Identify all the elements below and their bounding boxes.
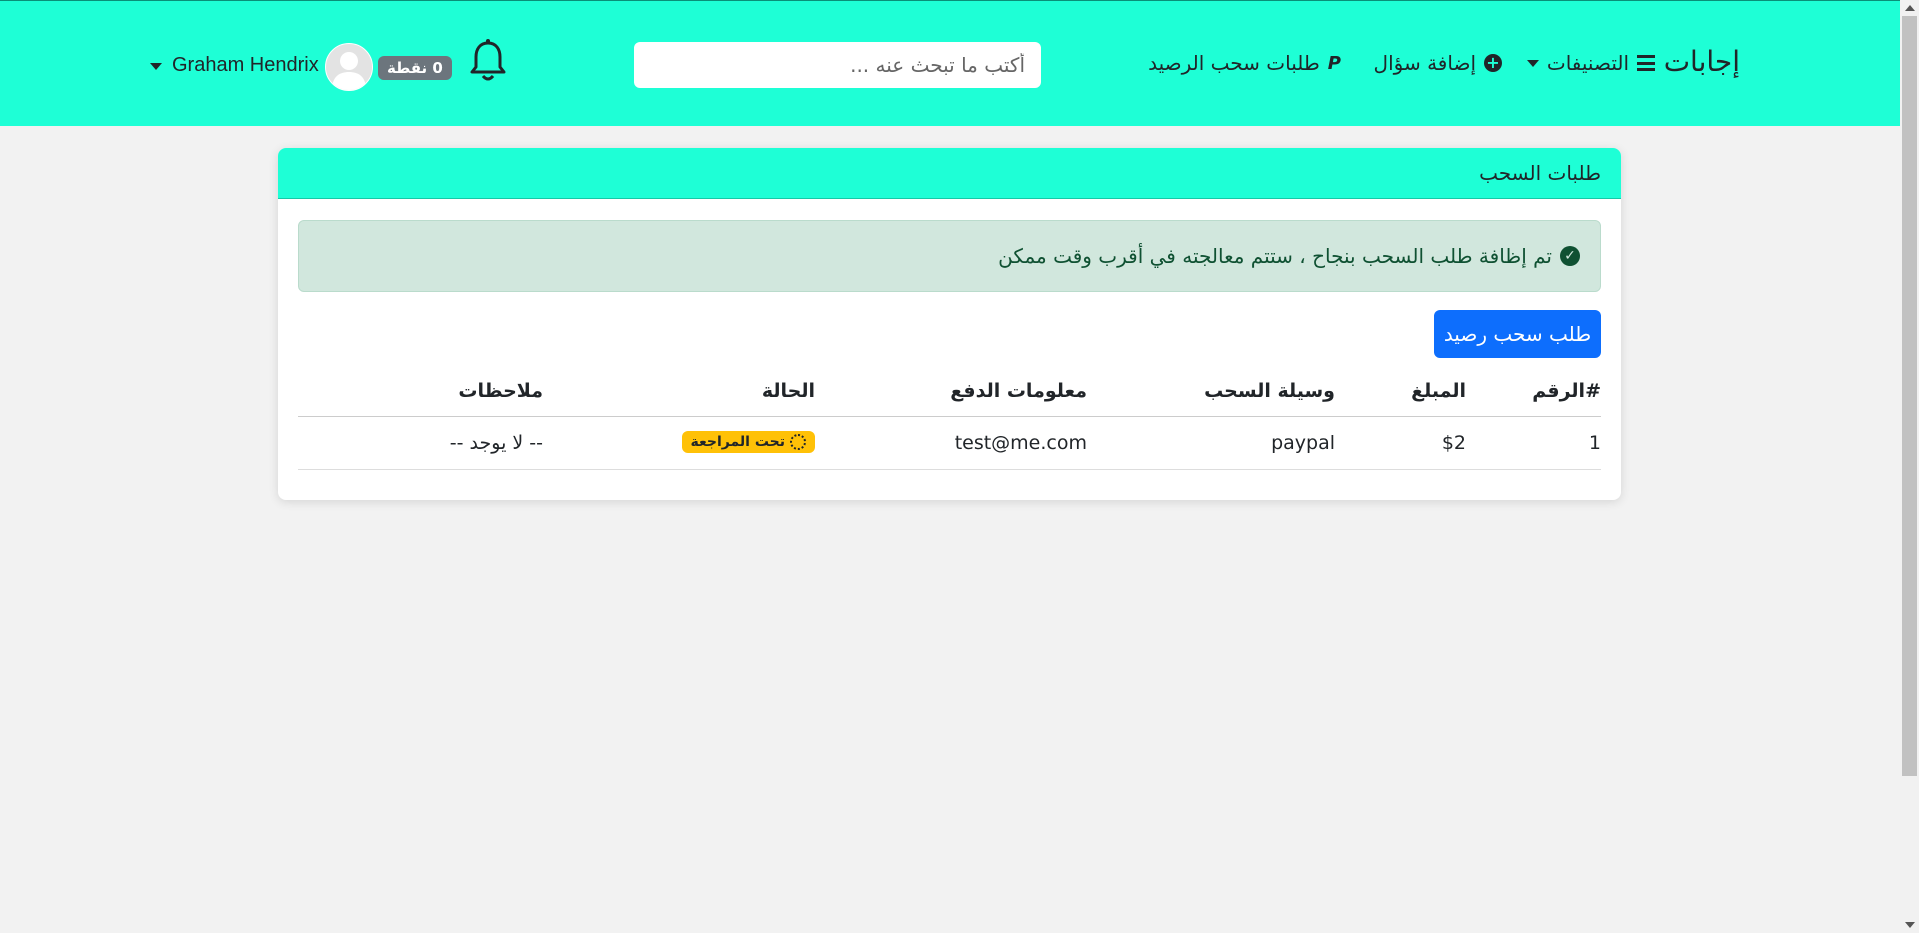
- cell-method: paypal: [1087, 416, 1335, 470]
- user-name[interactable]: Graham Hendrix: [172, 54, 319, 77]
- status-badge-label: تحت المراجعة: [690, 434, 785, 450]
- header-payment-info: معلومات الدفع: [815, 366, 1087, 417]
- check-circle-icon: ✓: [1560, 246, 1580, 266]
- spinner-icon: [790, 434, 806, 450]
- paypal-icon: P: [1327, 52, 1341, 74]
- header-method: وسيلة السحب: [1087, 366, 1335, 417]
- success-alert-text: تم إظافة طلب السحب بنجاح ، ستتم معالجته …: [998, 244, 1552, 268]
- list-icon: [1637, 55, 1655, 71]
- brand-logo[interactable]: إجابات: [1664, 45, 1740, 78]
- cell-notes: -- لا يوجد --: [298, 416, 543, 470]
- cell-status: تحت المراجعة: [543, 416, 815, 470]
- chevron-down-icon[interactable]: [150, 63, 162, 70]
- cell-amount: $2: [1335, 416, 1466, 470]
- table-row: 1 $2 paypal test@me.com تحت المراجعة -- …: [298, 416, 1601, 470]
- withdraw-requests-card: طلبات السحب ✓ تم إظافة طلب السحب بنجاح ،…: [278, 148, 1621, 500]
- avatar[interactable]: [325, 43, 373, 91]
- request-withdraw-button[interactable]: طلب سحب رصيد: [1434, 310, 1601, 358]
- withdraw-requests-table: #الرقم المبلغ وسيلة السحب معلومات الدفع …: [298, 366, 1601, 470]
- cell-payment-info: test@me.com: [815, 416, 1087, 470]
- search-input[interactable]: [634, 42, 1041, 88]
- nav-add-question[interactable]: + إضافة سؤال: [1374, 51, 1502, 75]
- table-header-row: #الرقم المبلغ وسيلة السحب معلومات الدفع …: [298, 366, 1601, 417]
- header-notes: ملاحظات: [298, 366, 543, 417]
- nav-withdraw-requests-label: طلبات سحب الرصيد: [1148, 51, 1320, 75]
- nav-categories-label: التصنيفات: [1546, 51, 1629, 75]
- header-amount: المبلغ: [1335, 366, 1466, 417]
- header-num: #الرقم: [1466, 366, 1601, 417]
- status-badge: تحت المراجعة: [681, 431, 815, 453]
- scroll-up-arrow-icon[interactable]: [1905, 5, 1915, 11]
- chevron-down-icon: [1526, 59, 1539, 67]
- nav-categories-dropdown[interactable]: التصنيفات: [1526, 51, 1655, 75]
- nav-withdraw-requests[interactable]: P طلبات سحب الرصيد: [1148, 51, 1341, 75]
- header-status: الحالة: [543, 366, 815, 417]
- bell-icon[interactable]: [468, 39, 508, 83]
- plus-circle-icon: +: [1484, 54, 1502, 72]
- scrollbar-thumb[interactable]: [1902, 16, 1917, 776]
- scroll-down-arrow-icon[interactable]: [1905, 922, 1915, 928]
- cell-num: 1: [1466, 416, 1601, 470]
- nav-add-question-label: إضافة سؤال: [1373, 51, 1476, 75]
- card-title: طلبات السحب: [278, 148, 1621, 199]
- success-alert: ✓ تم إظافة طلب السحب بنجاح ، ستتم معالجت…: [298, 220, 1601, 292]
- user-avatar-icon: [332, 52, 366, 90]
- top-navbar: إجابات التصنيفات + إضافة سؤال P طلبات سح…: [0, 0, 1900, 126]
- vertical-scrollbar[interactable]: [1900, 0, 1919, 933]
- points-badge: 0 نقطة: [378, 56, 452, 80]
